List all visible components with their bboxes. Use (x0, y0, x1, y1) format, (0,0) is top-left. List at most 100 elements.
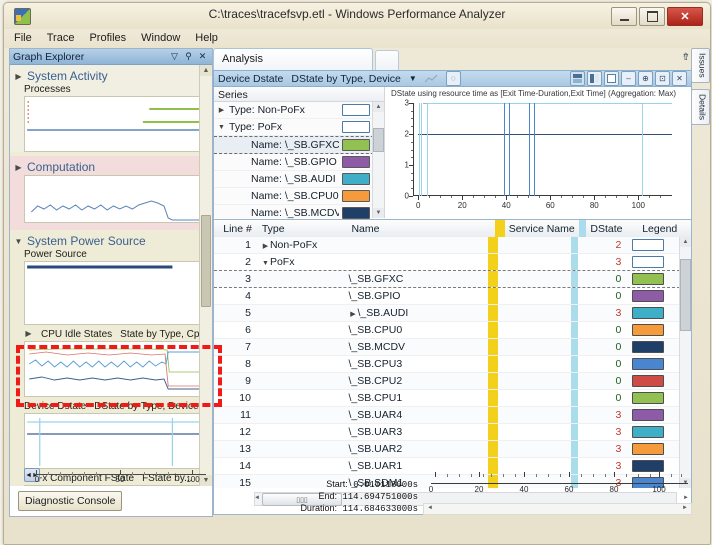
dropdown-icon[interactable]: ▽ (168, 51, 181, 63)
zoom-reset-icon[interactable]: ⊡ (655, 71, 670, 86)
table-row[interactable]: 2 ▼PoFx 3 (214, 254, 680, 271)
chevron-down-icon[interactable]: ▼ (409, 74, 417, 83)
column-header-service-name[interactable]: Service Name (505, 220, 580, 237)
scroll-up-icon[interactable]: ▲ (200, 65, 212, 76)
series-trace-mcdv (418, 134, 672, 135)
diagnostic-console-button[interactable]: Diagnostic Console (18, 491, 122, 511)
analysis-panel: Analysis ⇮ Device Dstate DState by Type,… (213, 48, 692, 515)
menu-window[interactable]: Window (139, 29, 182, 47)
chart-plot-area[interactable]: 3 2 1 0 0 (413, 103, 672, 196)
close-icon[interactable]: ✕ (672, 71, 687, 86)
table-row[interactable]: 6 \_SB.CPU0 0 (214, 322, 680, 339)
graph-preset-label[interactable]: DState by Type, Device (291, 73, 401, 85)
thumbnail-device-dstate[interactable] (24, 413, 205, 469)
explorer-scrollbar[interactable]: ▲ ▼ (199, 65, 212, 486)
series-color-swatch (342, 139, 370, 151)
group-row-cpu-idle-states[interactable]: ▶ CPU Idle States State by Type, Cpu (10, 329, 212, 341)
new-tab-button[interactable] (375, 50, 399, 71)
table-row[interactable]: 3 \_SB.GFXC 0 (214, 271, 680, 288)
tab-issues[interactable]: Issues (691, 48, 710, 83)
thumbnail-power-source[interactable] (24, 261, 205, 325)
table-row[interactable]: 4 \_SB.GPIO 0 (214, 288, 680, 305)
chevron-down-icon[interactable]: ▼ (217, 124, 226, 131)
cell-dstate: 0 (578, 288, 629, 304)
table-row[interactable]: 5 ▶\_SB.AUDI 3 (214, 305, 680, 322)
cell-service (498, 305, 571, 321)
explorer-group-computation[interactable]: ▶ Computation (10, 156, 212, 230)
series-row[interactable]: Name: \_SB.GPIO (214, 154, 384, 171)
table-row[interactable]: 10 \_SB.CPU1 0 (214, 390, 680, 407)
column-header-legend[interactable]: Legend (638, 220, 691, 237)
scroll-down-icon[interactable]: ▼ (373, 208, 384, 218)
series-label: Name: \_SB.AUDI (229, 173, 339, 185)
scroll-thumb[interactable] (373, 128, 384, 152)
column-divider-gold[interactable] (495, 220, 505, 237)
chevron-right-icon[interactable]: ▶ (24, 329, 33, 340)
close-button[interactable]: ✕ (667, 7, 703, 26)
maximize-button[interactable] (639, 7, 665, 26)
series-row[interactable]: Name: \_SB.AUDI (214, 171, 384, 188)
settings-icon[interactable]: ◌ (446, 71, 461, 86)
column-header-type[interactable]: Type (258, 220, 348, 237)
tab-details[interactable]: Details (691, 89, 710, 125)
menu-profiles[interactable]: Profiles (87, 29, 128, 47)
table-row[interactable]: 8 \_SB.CPU3 0 (214, 356, 680, 373)
scroll-up-icon[interactable]: ▲ (373, 102, 384, 112)
cell-dstate: 3 (578, 458, 629, 474)
minimize-button[interactable] (611, 7, 637, 26)
column-header-name[interactable]: Name (347, 220, 494, 237)
column-header-dstate[interactable]: DState (586, 220, 638, 237)
group-row-device-dstate[interactable]: Device Dstate DState by Type, Device (10, 401, 212, 413)
cell-type (257, 424, 345, 440)
close-icon[interactable]: ✕ (196, 51, 209, 63)
chevron-right-icon[interactable]: ▶ (14, 72, 23, 81)
cell-cyan-marker (571, 356, 578, 372)
cell-type (257, 356, 345, 372)
scroll-thumb[interactable] (201, 215, 211, 307)
table-row[interactable]: 12 \_SB.UAR3 3 (214, 424, 680, 441)
table-row[interactable]: 7 \_SB.MCDV 0 (214, 339, 680, 356)
table-row[interactable]: 1 ▶Non-PoFx 2 (214, 237, 680, 254)
chevron-down-icon[interactable]: ▼ (14, 237, 23, 246)
chevron-right-icon[interactable]: ▶ (261, 242, 270, 250)
graph-and-table-icon[interactable] (570, 71, 585, 86)
chevron-down-icon[interactable]: ▼ (261, 260, 270, 267)
column-header-line[interactable]: Line # (214, 220, 258, 237)
cell-line: 10 (214, 390, 257, 406)
series-row[interactable]: ▼ Type: PoFx (214, 119, 384, 136)
side-by-side-icon[interactable] (587, 71, 602, 86)
column-divider-cyan[interactable] (579, 220, 586, 237)
thumbnail-pofx-component-fstate[interactable] (24, 485, 205, 486)
zoom-in-icon[interactable]: ⊕ (638, 71, 653, 86)
series-scrollbar[interactable]: ▲ ▼ (372, 102, 384, 218)
scroll-left-icon[interactable]: ◄ (427, 505, 433, 511)
tab-overflow-icon[interactable]: ⇮ (682, 52, 690, 63)
series-row[interactable]: ▶ Type: Non-PoFx (214, 102, 384, 119)
menu-trace[interactable]: Trace (45, 29, 77, 47)
table-row[interactable]: 14 \_SB.UAR1 3 (214, 458, 680, 475)
chevron-right-icon[interactable]: ▶ (217, 106, 226, 114)
collapse-icon[interactable]: – (621, 71, 636, 86)
explorer-group-system-activity[interactable]: ▶ System Activity Processes (10, 65, 212, 152)
table-row[interactable]: 11 \_SB.UAR4 3 (214, 407, 680, 424)
table-only-icon[interactable] (604, 71, 619, 86)
scroll-right-icon[interactable]: ► (682, 505, 688, 511)
series-row[interactable]: Name: \_SB.GFXC (214, 136, 384, 154)
series-row[interactable]: Name: \_SB.CPU0 (214, 188, 384, 205)
legend-swatch (632, 358, 664, 370)
thumbnail-processes[interactable] (24, 96, 205, 152)
tab-analysis[interactable]: Analysis (213, 48, 373, 70)
explorer-group-system-power-source[interactable]: ▼ System Power Source Power Source ▶ CPU… (10, 230, 212, 486)
table-row[interactable]: 9 \_SB.CPU2 0 (214, 373, 680, 390)
legend-swatch (632, 307, 664, 319)
thumbnail-computation[interactable] (24, 175, 205, 223)
pin-icon[interactable]: ⚲ (182, 51, 195, 63)
thumbnail-cpu-idle-states[interactable] (24, 341, 205, 397)
menu-help[interactable]: Help (193, 29, 220, 47)
chevron-right-icon[interactable]: ▶ (14, 163, 23, 172)
cell-type (257, 339, 345, 355)
table-row[interactable]: 13 \_SB.UAR2 3 (214, 441, 680, 458)
menu-file[interactable]: File (12, 29, 34, 47)
line-chart-icon[interactable] (425, 72, 438, 85)
timeline-scrollbar[interactable]: ◄ ► (423, 503, 692, 515)
